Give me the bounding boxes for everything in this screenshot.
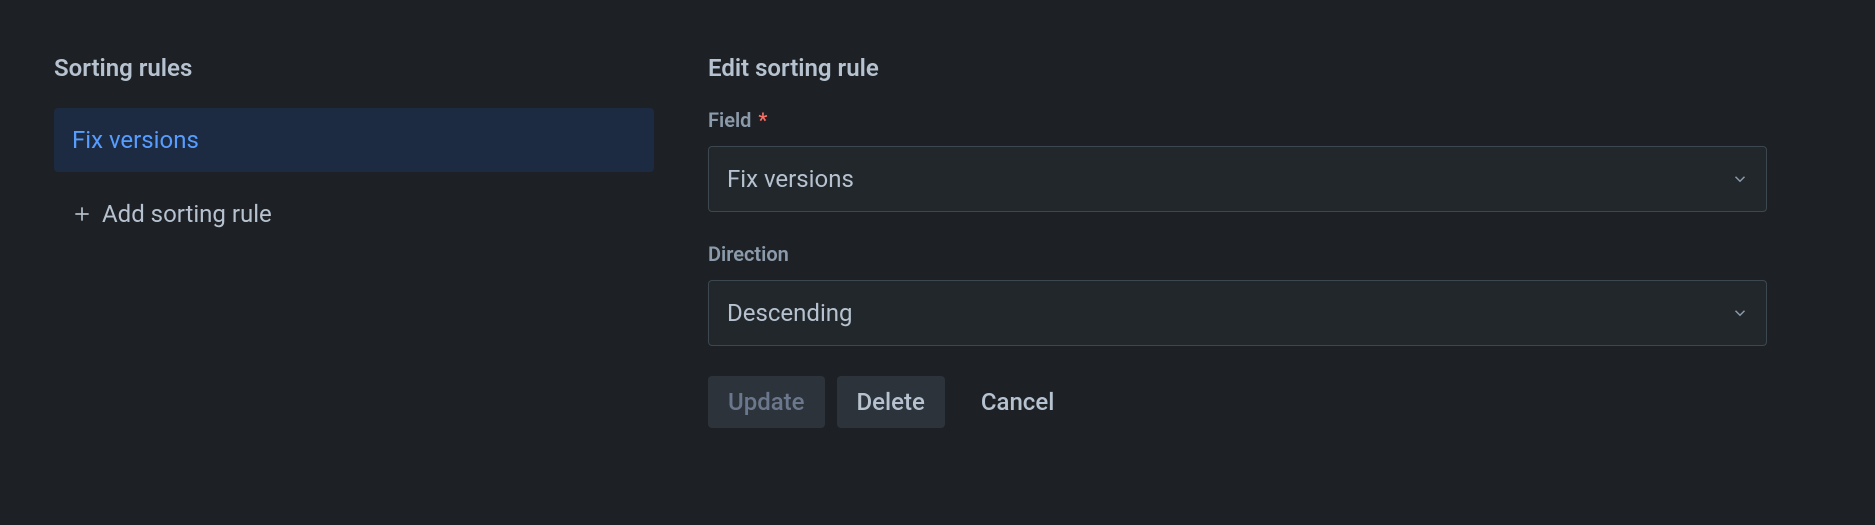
direction-select[interactable]: Descending (708, 280, 1767, 346)
field-select-wrapper: Fix versions (708, 146, 1767, 212)
direction-select-wrapper: Descending (708, 280, 1767, 346)
field-group-field: Field * Fix versions (708, 108, 1767, 212)
edit-rule-heading: Edit sorting rule (708, 54, 1767, 82)
plus-icon (72, 204, 92, 224)
field-select-value: Fix versions (727, 165, 854, 193)
field-label-text: Field (708, 108, 751, 132)
cancel-button[interactable]: Cancel (957, 376, 1074, 428)
field-group-direction: Direction Descending (708, 242, 1767, 346)
add-rule-label: Add sorting rule (102, 200, 272, 228)
field-label: Field * (708, 108, 1767, 132)
delete-button[interactable]: Delete (837, 376, 945, 428)
add-sorting-rule-button[interactable]: Add sorting rule (54, 182, 290, 246)
button-row: Update Delete Cancel (708, 376, 1767, 428)
rule-item-label: Fix versions (72, 126, 199, 154)
update-button[interactable]: Update (708, 376, 825, 428)
required-asterisk: * (758, 108, 767, 132)
direction-label: Direction (708, 242, 1767, 266)
field-select[interactable]: Fix versions (708, 146, 1767, 212)
direction-select-value: Descending (727, 299, 853, 327)
sorting-rules-panel: Sorting rules Fix versions Add sorting r… (54, 54, 654, 471)
sorting-rules-heading: Sorting rules (54, 54, 654, 82)
rule-item-fix-versions[interactable]: Fix versions (54, 108, 654, 172)
edit-rule-panel: Edit sorting rule Field * Fix versions D… (708, 54, 1821, 471)
rules-list: Fix versions (54, 108, 654, 172)
